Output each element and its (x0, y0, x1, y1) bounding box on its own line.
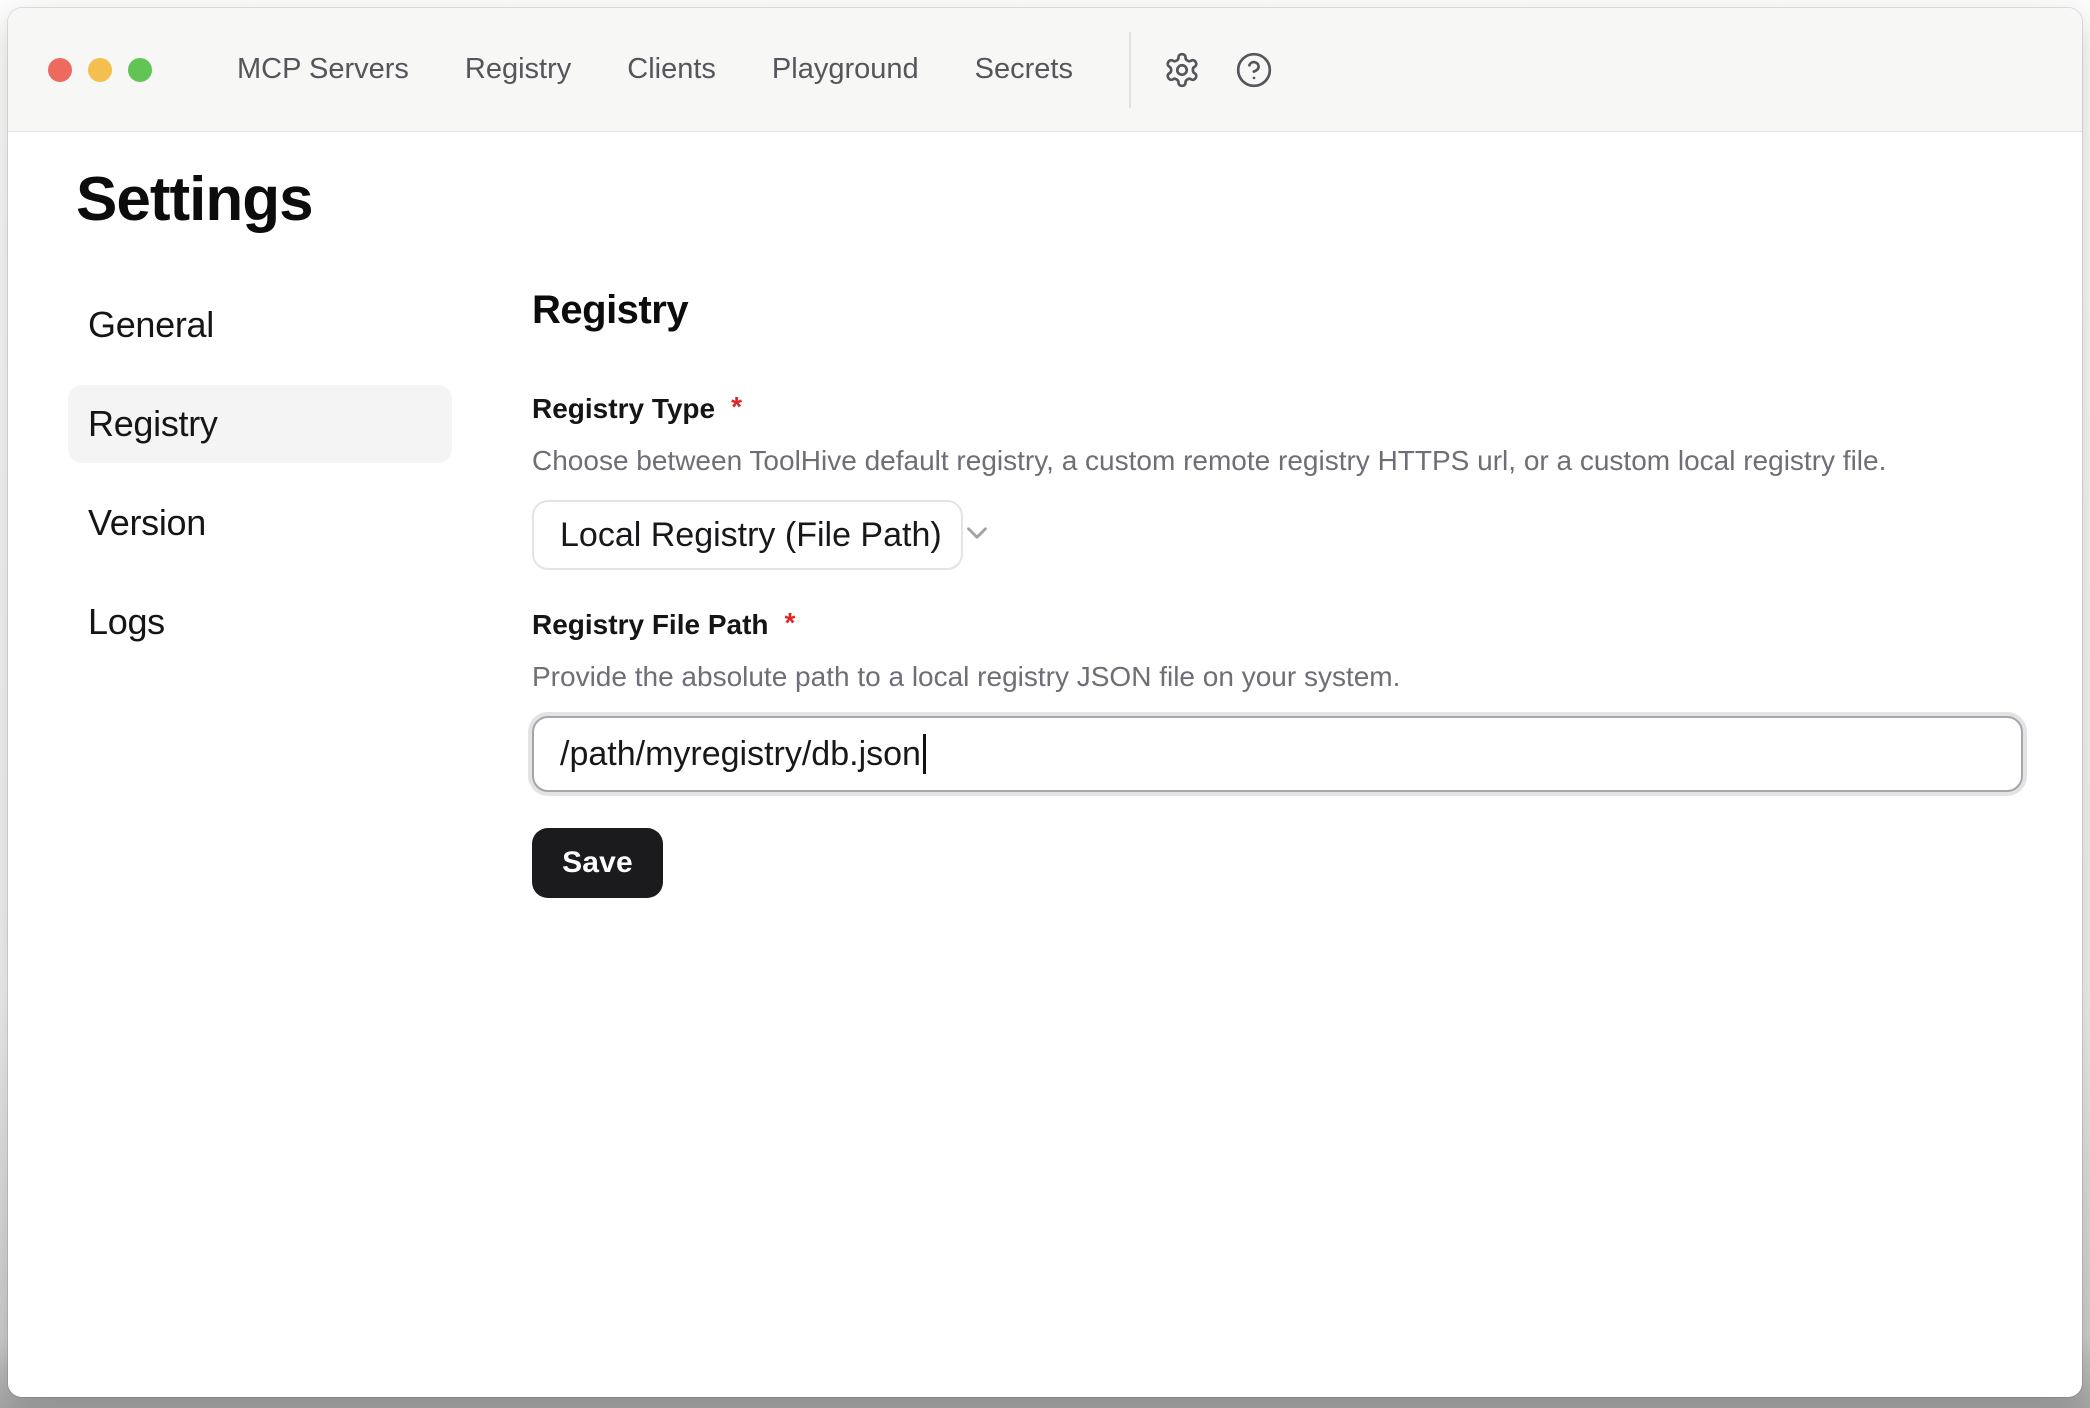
text-cursor (923, 734, 926, 774)
app-window: MCP Servers Registry Clients Playground … (8, 8, 2082, 1397)
titlebar: MCP Servers Registry Clients Playground … (8, 8, 2082, 132)
registry-file-path-description: Provide the absolute path to a local reg… (532, 660, 2023, 694)
sidebar-item-registry[interactable]: Registry (68, 385, 452, 463)
gear-icon (1163, 51, 1201, 89)
chevron-down-icon (942, 516, 994, 555)
titlebar-icons (1159, 47, 1277, 93)
close-button[interactable] (48, 58, 72, 82)
settings-sidebar: General Registry Version Logs (68, 286, 452, 898)
traffic-lights (48, 58, 152, 82)
nav-item-mcp-servers[interactable]: MCP Servers (237, 53, 409, 86)
nav-item-secrets[interactable]: Secrets (975, 53, 1073, 86)
required-asterisk: * (731, 392, 742, 422)
registry-file-path-label: Registry File Path (532, 608, 769, 642)
help-icon (1235, 51, 1273, 89)
registry-settings-panel: Registry Registry Type * Choose between … (532, 286, 2023, 898)
registry-type-label: Registry Type (532, 392, 715, 426)
help-button[interactable] (1231, 47, 1277, 93)
registry-file-path-value: /path/myregistry/db.json (560, 735, 921, 774)
registry-type-description: Choose between ToolHive default registry… (532, 444, 2023, 478)
registry-type-select[interactable]: Local Registry (File Path) (532, 500, 963, 570)
nav-item-playground[interactable]: Playground (772, 53, 919, 86)
registry-type-selected-value: Local Registry (File Path) (560, 516, 942, 555)
settings-button[interactable] (1159, 47, 1205, 93)
section-title: Registry (532, 286, 2023, 334)
sidebar-item-version[interactable]: Version (68, 484, 452, 562)
required-asterisk: * (785, 608, 796, 638)
nav-item-registry[interactable]: Registry (465, 53, 571, 86)
titlebar-divider (1129, 32, 1131, 108)
settings-page: Settings General Registry Version Logs R… (8, 132, 2082, 1397)
top-navigation: MCP Servers Registry Clients Playground … (237, 53, 1073, 86)
save-button[interactable]: Save (532, 828, 663, 898)
zoom-button[interactable] (128, 58, 152, 82)
registry-file-path-input[interactable]: /path/myregistry/db.json (532, 716, 2023, 792)
nav-item-clients[interactable]: Clients (627, 53, 716, 86)
page-title: Settings (76, 166, 2023, 234)
sidebar-item-logs[interactable]: Logs (68, 583, 452, 661)
minimize-button[interactable] (88, 58, 112, 82)
sidebar-item-general[interactable]: General (68, 286, 452, 364)
